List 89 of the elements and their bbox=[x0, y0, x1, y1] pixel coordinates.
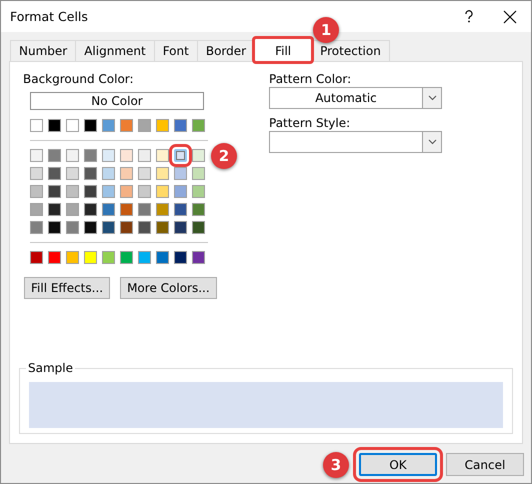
color-swatch[interactable] bbox=[102, 119, 115, 132]
color-swatch[interactable] bbox=[66, 221, 79, 234]
color-swatch[interactable] bbox=[174, 221, 187, 234]
pattern-style-label: Pattern Style: bbox=[269, 115, 352, 131]
color-swatch[interactable] bbox=[138, 251, 151, 264]
color-swatch[interactable] bbox=[102, 185, 115, 198]
color-swatch[interactable] bbox=[138, 167, 151, 180]
color-swatch[interactable] bbox=[156, 167, 169, 180]
color-swatch[interactable] bbox=[138, 185, 151, 198]
color-swatch[interactable] bbox=[84, 251, 97, 264]
color-swatch[interactable] bbox=[174, 167, 187, 180]
color-swatch[interactable] bbox=[192, 203, 205, 216]
color-swatch[interactable] bbox=[138, 221, 151, 234]
chevron-down-icon bbox=[428, 95, 436, 101]
color-swatch[interactable] bbox=[84, 203, 97, 216]
window-title: Format Cells bbox=[10, 9, 88, 24]
color-swatch[interactable] bbox=[156, 203, 169, 216]
color-swatch[interactable] bbox=[102, 251, 115, 264]
color-swatch[interactable] bbox=[66, 119, 79, 132]
color-swatch[interactable] bbox=[102, 203, 115, 216]
color-swatch[interactable] bbox=[138, 203, 151, 216]
color-swatch[interactable] bbox=[120, 251, 133, 264]
color-swatch[interactable] bbox=[192, 185, 205, 198]
color-swatch[interactable] bbox=[156, 149, 169, 162]
help-icon[interactable] bbox=[465, 10, 473, 23]
color-swatch[interactable] bbox=[84, 221, 97, 234]
color-swatch[interactable] bbox=[156, 221, 169, 234]
pattern-style-dropdown[interactable] bbox=[269, 131, 442, 153]
color-swatch[interactable] bbox=[120, 221, 133, 234]
color-swatch[interactable] bbox=[102, 167, 115, 180]
pattern-color-dropdown[interactable]: Automatic bbox=[269, 87, 442, 109]
color-swatch[interactable] bbox=[30, 185, 43, 198]
color-swatch[interactable] bbox=[174, 185, 187, 198]
color-swatch[interactable] bbox=[66, 185, 79, 198]
sample-label: Sample bbox=[26, 361, 75, 375]
color-swatch[interactable] bbox=[102, 149, 115, 162]
color-swatch[interactable] bbox=[138, 119, 151, 132]
background-color-label: Background Color: bbox=[23, 71, 135, 87]
color-swatch[interactable] bbox=[192, 119, 205, 132]
color-swatch[interactable] bbox=[48, 251, 61, 264]
color-swatch[interactable] bbox=[156, 185, 169, 198]
color-swatch[interactable] bbox=[48, 119, 61, 132]
color-swatch[interactable] bbox=[48, 221, 61, 234]
color-swatch[interactable] bbox=[66, 149, 79, 162]
color-swatch[interactable] bbox=[192, 167, 205, 180]
color-swatch[interactable] bbox=[84, 167, 97, 180]
color-swatch[interactable] bbox=[30, 119, 43, 132]
color-swatch[interactable] bbox=[174, 251, 187, 264]
color-swatch[interactable] bbox=[30, 167, 43, 180]
dialog-button[interactable]: More Colors... bbox=[120, 277, 217, 299]
color-swatch[interactable] bbox=[120, 203, 133, 216]
color-swatch[interactable] bbox=[84, 149, 97, 162]
color-swatch[interactable] bbox=[30, 251, 43, 264]
color-swatch[interactable] bbox=[138, 149, 151, 162]
no-color-button[interactable]: No Color bbox=[30, 92, 204, 110]
color-swatch[interactable] bbox=[174, 119, 187, 132]
color-swatch[interactable] bbox=[156, 119, 169, 132]
color-swatch[interactable] bbox=[192, 221, 205, 234]
color-swatch[interactable] bbox=[66, 203, 79, 216]
color-swatch[interactable] bbox=[48, 149, 61, 162]
color-swatch[interactable] bbox=[48, 185, 61, 198]
color-swatch[interactable] bbox=[84, 185, 97, 198]
step-number-badge: 3 bbox=[323, 452, 349, 478]
dialog-button[interactable]: Fill Effects... bbox=[24, 277, 110, 299]
color-swatch[interactable] bbox=[48, 167, 61, 180]
color-swatch[interactable] bbox=[30, 149, 43, 162]
color-swatch[interactable] bbox=[48, 203, 61, 216]
tab[interactable]: Fill bbox=[254, 38, 312, 62]
color-swatch[interactable] bbox=[120, 119, 133, 132]
color-swatch[interactable] bbox=[174, 203, 187, 216]
color-swatch[interactable] bbox=[102, 221, 115, 234]
color-swatch[interactable] bbox=[192, 251, 205, 264]
color-swatch[interactable] bbox=[192, 149, 205, 162]
color-swatch[interactable] bbox=[30, 221, 43, 234]
color-swatch[interactable] bbox=[120, 185, 133, 198]
tab[interactable]: Protection bbox=[311, 40, 390, 61]
step-number-badge: 2 bbox=[211, 143, 237, 169]
tab[interactable]: Number bbox=[10, 40, 76, 61]
color-swatch[interactable] bbox=[120, 167, 133, 180]
color-swatch[interactable] bbox=[66, 251, 79, 264]
color-swatch[interactable] bbox=[84, 119, 97, 132]
chevron-down-icon bbox=[428, 139, 436, 145]
dialog-button[interactable]: Cancel bbox=[446, 453, 524, 476]
color-swatch[interactable] bbox=[30, 203, 43, 216]
pattern-color-label: Pattern Color: bbox=[269, 71, 352, 87]
color-swatch[interactable] bbox=[156, 251, 169, 264]
color-swatch[interactable] bbox=[66, 167, 79, 180]
color-swatch[interactable] bbox=[120, 149, 133, 162]
close-icon[interactable] bbox=[503, 10, 517, 24]
